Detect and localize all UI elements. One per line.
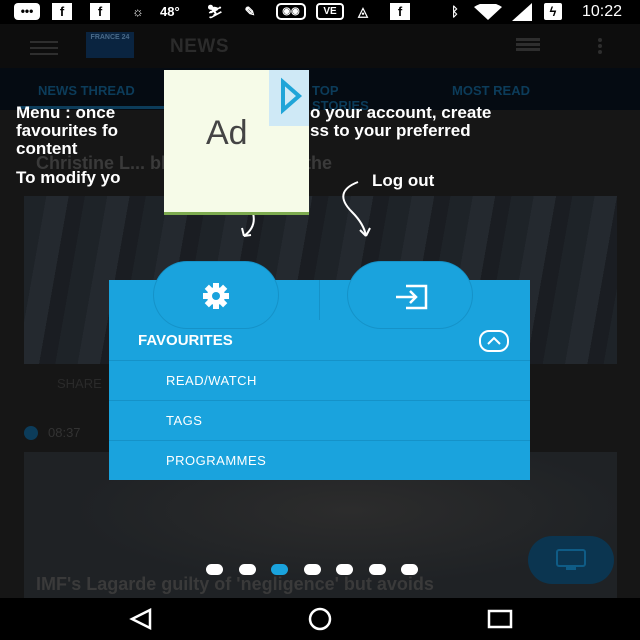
- timeline-dot-icon: [24, 426, 38, 440]
- gear-icon: [203, 283, 229, 309]
- more-options-icon[interactable]: [598, 38, 604, 54]
- coach-text-menu: favourites fo: [16, 121, 119, 140]
- ad-choices-icon[interactable]: [269, 70, 309, 126]
- coach-text-menu: content: [16, 139, 78, 158]
- menu-item-read-watch[interactable]: READ/WATCH: [109, 360, 530, 401]
- back-icon[interactable]: [128, 608, 154, 630]
- share-button[interactable]: SHARE: [57, 376, 102, 391]
- battery-icon: ϟ: [544, 3, 562, 20]
- cat-icon: ◬: [358, 4, 368, 19]
- pager-dot[interactable]: [368, 564, 386, 575]
- chevron-up-icon[interactable]: [479, 330, 509, 352]
- page-title: NEWS: [170, 36, 229, 57]
- wrench-icon: ✎: [244, 4, 256, 19]
- pager-dot[interactable]: [303, 564, 321, 575]
- home-icon[interactable]: [306, 607, 334, 631]
- favourites-heading: FAVOURITES: [138, 332, 233, 349]
- live-tv-button[interactable]: [528, 536, 614, 584]
- sport-icon: ⛷: [206, 4, 224, 19]
- coach-text-menu: Menu : once: [16, 103, 116, 122]
- menu-item-label: PROGRAMMES: [166, 453, 267, 468]
- list-view-icon[interactable]: [516, 38, 540, 52]
- article-headline[interactable]: IMF's Lagarde guilty of 'negligence' but…: [36, 574, 434, 595]
- temperature-text: 48°: [160, 4, 180, 19]
- app-notification-icon: ◉◉: [276, 3, 306, 20]
- menu-item-label: TAGS: [166, 413, 203, 428]
- clock-time: 10:22: [581, 3, 623, 20]
- coach-text-menu: ss to your preferred: [310, 121, 471, 140]
- pager-dot[interactable]: [238, 564, 256, 575]
- ad-label: Ad: [206, 114, 248, 152]
- wifi-icon: [474, 4, 502, 20]
- logout-button[interactable]: [348, 262, 472, 328]
- bluetooth-icon: ᛒ: [451, 4, 459, 19]
- settings-button[interactable]: [154, 262, 278, 328]
- status-bar: ••• f f ☼ 48° ⛷ ✎ ◉◉ VE ◬ f ᛒ ϟ 10:22: [0, 0, 640, 24]
- coach-text-menu: o your account, create: [310, 103, 492, 122]
- tab-news-thread[interactable]: NEWS THREAD: [38, 83, 135, 98]
- logout-icon: [396, 284, 428, 310]
- pager-dot[interactable]: [336, 564, 353, 575]
- pager-dot[interactable]: [401, 564, 418, 575]
- hamburger-menu-icon[interactable]: [30, 39, 58, 55]
- pager-dot-active[interactable]: [271, 564, 288, 575]
- chat-notification-icon: •••: [14, 3, 40, 20]
- menu-item-label: READ/WATCH: [166, 373, 257, 388]
- tv-icon: [556, 549, 586, 570]
- app-notification-icon: VE: [316, 3, 344, 20]
- france24-logo[interactable]: FRANCE 24: [86, 32, 134, 58]
- divider: [319, 280, 320, 320]
- pager-dot[interactable]: [206, 564, 223, 575]
- signal-icon: [512, 3, 532, 21]
- facebook-icon: f: [52, 3, 72, 20]
- coach-text-modify: To modify yo: [16, 168, 121, 187]
- tab-most-read[interactable]: MOST READ: [452, 83, 530, 98]
- weather-icon: ☼: [132, 4, 144, 19]
- arrow-down-icon: [342, 181, 371, 237]
- facebook-icon: f: [90, 3, 110, 20]
- menu-item-programmes[interactable]: PROGRAMMES: [109, 440, 530, 481]
- menu-item-tags[interactable]: TAGS: [109, 400, 530, 441]
- article-timestamp: 08:37: [48, 425, 81, 440]
- system-nav-bar: [0, 598, 640, 640]
- coach-text-logout: Log out: [372, 171, 435, 190]
- ad-banner[interactable]: Ad: [164, 70, 309, 215]
- recents-icon[interactable]: [486, 608, 514, 630]
- facebook-icon: f: [390, 3, 410, 20]
